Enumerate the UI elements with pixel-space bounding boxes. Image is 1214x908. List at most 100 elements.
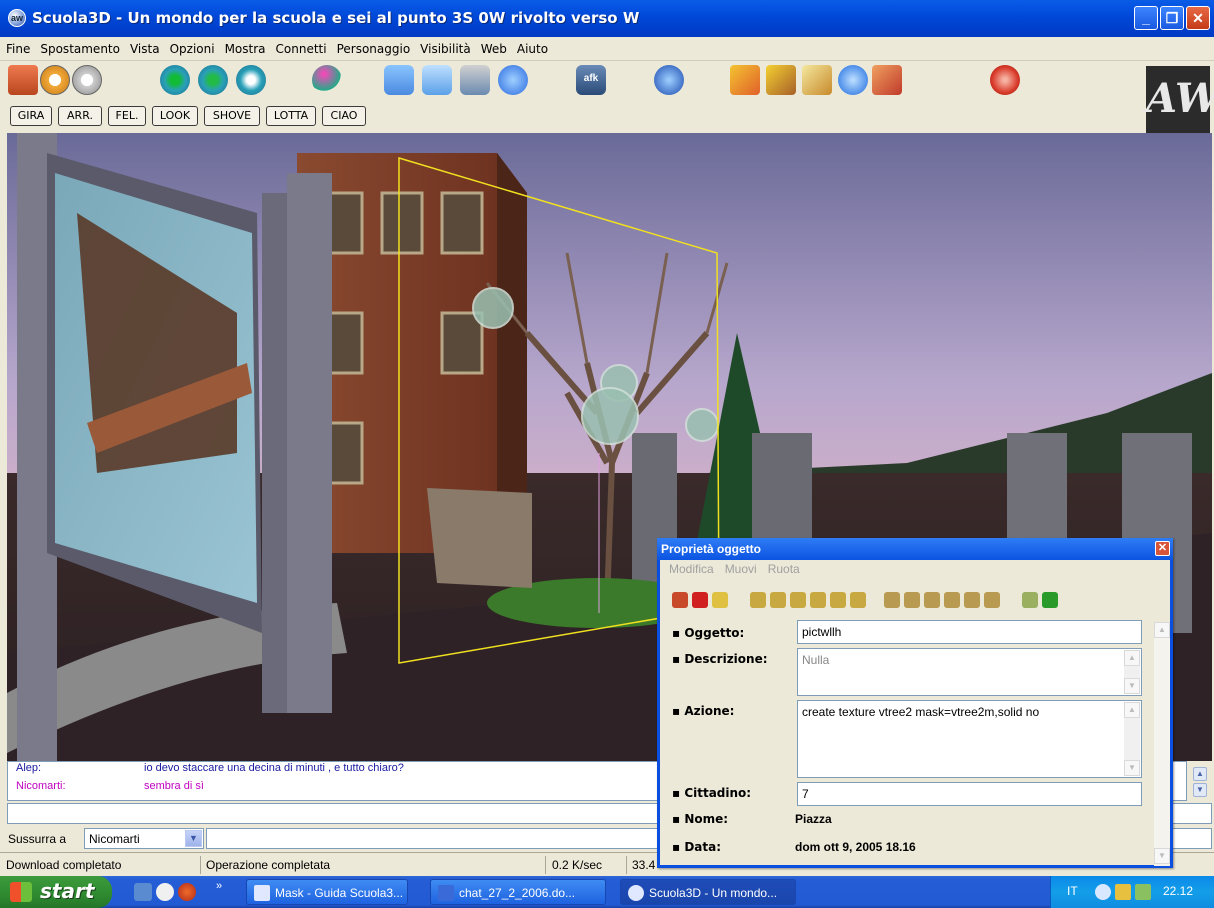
tilt-forward-icon[interactable]	[924, 592, 940, 608]
dialog-title-bar[interactable]: Proprietà oggetto ✕	[657, 538, 1173, 560]
move-north-icon[interactable]	[750, 592, 766, 608]
roll-left-icon[interactable]	[964, 592, 980, 608]
duplicate-icon[interactable]	[712, 592, 728, 608]
move-up-icon[interactable]	[830, 592, 846, 608]
menu-mostra[interactable]: Mostra	[219, 37, 270, 56]
chevron-down-icon[interactable]: ▼	[185, 830, 202, 847]
edit-icon[interactable]	[766, 65, 796, 95]
scroll-down-icon[interactable]: ▼	[1124, 760, 1140, 776]
start-button[interactable]: start	[0, 876, 112, 908]
menu-spostamento[interactable]: Spostamento	[34, 37, 124, 56]
network-icon[interactable]	[1115, 884, 1131, 900]
home-icon[interactable]	[8, 65, 38, 95]
afk-icon[interactable]: afk	[576, 65, 606, 95]
title-bar[interactable]: aw Scuola3D - Un mondo per la scuola e s…	[0, 0, 1214, 37]
taskbar-item-scuola3d[interactable]: Scuola3D - Un mondo...	[620, 879, 796, 905]
show-desktop-icon[interactable]	[134, 883, 152, 901]
close-button[interactable]: ✕	[1186, 6, 1210, 30]
menu-fine[interactable]: Fine	[0, 37, 34, 56]
chat-scrollbar[interactable]: ▲ ▼	[1193, 767, 1209, 797]
roll-right-icon[interactable]	[984, 592, 1000, 608]
help-icon[interactable]	[872, 65, 902, 95]
status-rate: 0.2 K/sec	[552, 858, 603, 872]
teleport-icon[interactable]	[422, 65, 452, 95]
move-down-icon[interactable]	[850, 592, 866, 608]
chevron-right-icon[interactable]: »	[216, 880, 228, 898]
menu-visibilita[interactable]: Visibilità	[414, 37, 475, 56]
browser-icon[interactable]	[654, 65, 684, 95]
chat-sender: Alep:	[16, 762, 42, 774]
volume-icon[interactable]	[1135, 884, 1151, 900]
app-icon: aw	[8, 9, 26, 27]
view-third-person-icon[interactable]	[198, 65, 228, 95]
build-tool-icon[interactable]	[730, 65, 760, 95]
media-player-icon[interactable]	[178, 883, 196, 901]
rotate-right-icon[interactable]	[904, 592, 920, 608]
oggetto-field[interactable]: pictwllh	[797, 620, 1142, 644]
scroll-up-icon[interactable]: ▲	[1124, 650, 1140, 666]
gesture-lotta-button[interactable]: LOTTA	[266, 106, 316, 126]
language-indicator[interactable]: IT	[1067, 884, 1078, 898]
gesture-fel-button[interactable]: FEL.	[108, 106, 146, 126]
snap-grid-icon[interactable]	[1022, 592, 1038, 608]
scroll-down-icon[interactable]: ▼	[1154, 848, 1170, 864]
descrizione-value: Nulla	[802, 653, 830, 667]
dialog-menu-muovi[interactable]: Muovi	[725, 562, 757, 576]
taskbar-item-chat-doc[interactable]: chat_27_2_2006.do...	[430, 879, 606, 905]
dialog-menu-modifica[interactable]: Modifica	[669, 562, 714, 576]
scroll-up-icon[interactable]: ▲	[1124, 702, 1140, 718]
descrizione-scrollbar[interactable]: ▲ ▼	[1124, 650, 1140, 694]
menu-web[interactable]: Web	[475, 37, 511, 56]
gesture-shove-button[interactable]: SHOVE	[204, 106, 260, 126]
cittadino-field[interactable]: 7	[797, 782, 1142, 806]
maximize-button[interactable]: ❐	[1160, 6, 1184, 30]
tilt-back-icon[interactable]	[944, 592, 960, 608]
clock[interactable]: 22.12	[1163, 884, 1193, 898]
whisper-label: Sussurra a	[8, 832, 67, 846]
azione-scrollbar[interactable]: ▲ ▼	[1124, 702, 1140, 776]
move-east-icon[interactable]	[810, 592, 826, 608]
azione-field[interactable]: create texture vtree2 mask=vtree2m,solid…	[797, 700, 1142, 778]
menu-aiuto[interactable]: Aiuto	[511, 37, 552, 56]
avatar-gesture-icon[interactable]	[312, 65, 342, 95]
delete-icon[interactable]	[692, 592, 708, 608]
back-icon[interactable]	[40, 65, 70, 95]
refresh-icon[interactable]	[838, 65, 868, 95]
taskbar-item-mask[interactable]: Mask - Guida Scuola3...	[246, 879, 408, 905]
move-west-icon[interactable]	[790, 592, 806, 608]
map-icon[interactable]	[802, 65, 832, 95]
menu-connetti[interactable]: Connetti	[270, 37, 331, 56]
minimize-button[interactable]: _	[1134, 6, 1158, 30]
gesture-ciao-button[interactable]: CIAO	[322, 106, 366, 126]
status-separator	[200, 856, 201, 874]
scroll-up-icon[interactable]: ▲	[1154, 622, 1170, 638]
gesture-arr-button[interactable]: ARR.	[58, 106, 102, 126]
menu-personaggio[interactable]: Personaggio	[331, 37, 415, 56]
whisper-recipient-select[interactable]: Nicomarti ▼	[84, 828, 204, 849]
view-first-person-icon[interactable]	[160, 65, 190, 95]
gesture-gira-button[interactable]: GIRA	[10, 106, 52, 126]
tray-back-icon[interactable]	[1095, 884, 1111, 900]
view-front-icon[interactable]	[236, 65, 266, 95]
stop-icon[interactable]	[990, 65, 1020, 95]
scroll-up-icon[interactable]: ▲	[1193, 767, 1207, 781]
user-icon[interactable]	[384, 65, 414, 95]
contacts-icon[interactable]	[460, 65, 490, 95]
messenger-icon[interactable]	[156, 883, 174, 901]
rotate-left-icon[interactable]	[884, 592, 900, 608]
scroll-down-icon[interactable]: ▼	[1193, 783, 1207, 797]
menu-vista[interactable]: Vista	[124, 37, 164, 56]
descrizione-field[interactable]: Nulla ▲ ▼	[797, 648, 1142, 696]
dialog-menu-ruota[interactable]: Ruota	[768, 562, 800, 576]
forward-icon[interactable]	[72, 65, 102, 95]
menu-opzioni[interactable]: Opzioni	[164, 37, 219, 56]
dialog-scrollbar[interactable]: ▲ ▼	[1154, 622, 1170, 866]
gesture-look-button[interactable]: LOOK	[152, 106, 198, 126]
telegram-icon[interactable]	[498, 65, 528, 95]
scroll-down-icon[interactable]: ▼	[1124, 678, 1140, 694]
undo-icon[interactable]	[672, 592, 688, 608]
status-separator	[545, 856, 546, 874]
snap-small-icon[interactable]	[1042, 592, 1058, 608]
dialog-close-button[interactable]: ✕	[1155, 541, 1170, 556]
move-south-icon[interactable]	[770, 592, 786, 608]
